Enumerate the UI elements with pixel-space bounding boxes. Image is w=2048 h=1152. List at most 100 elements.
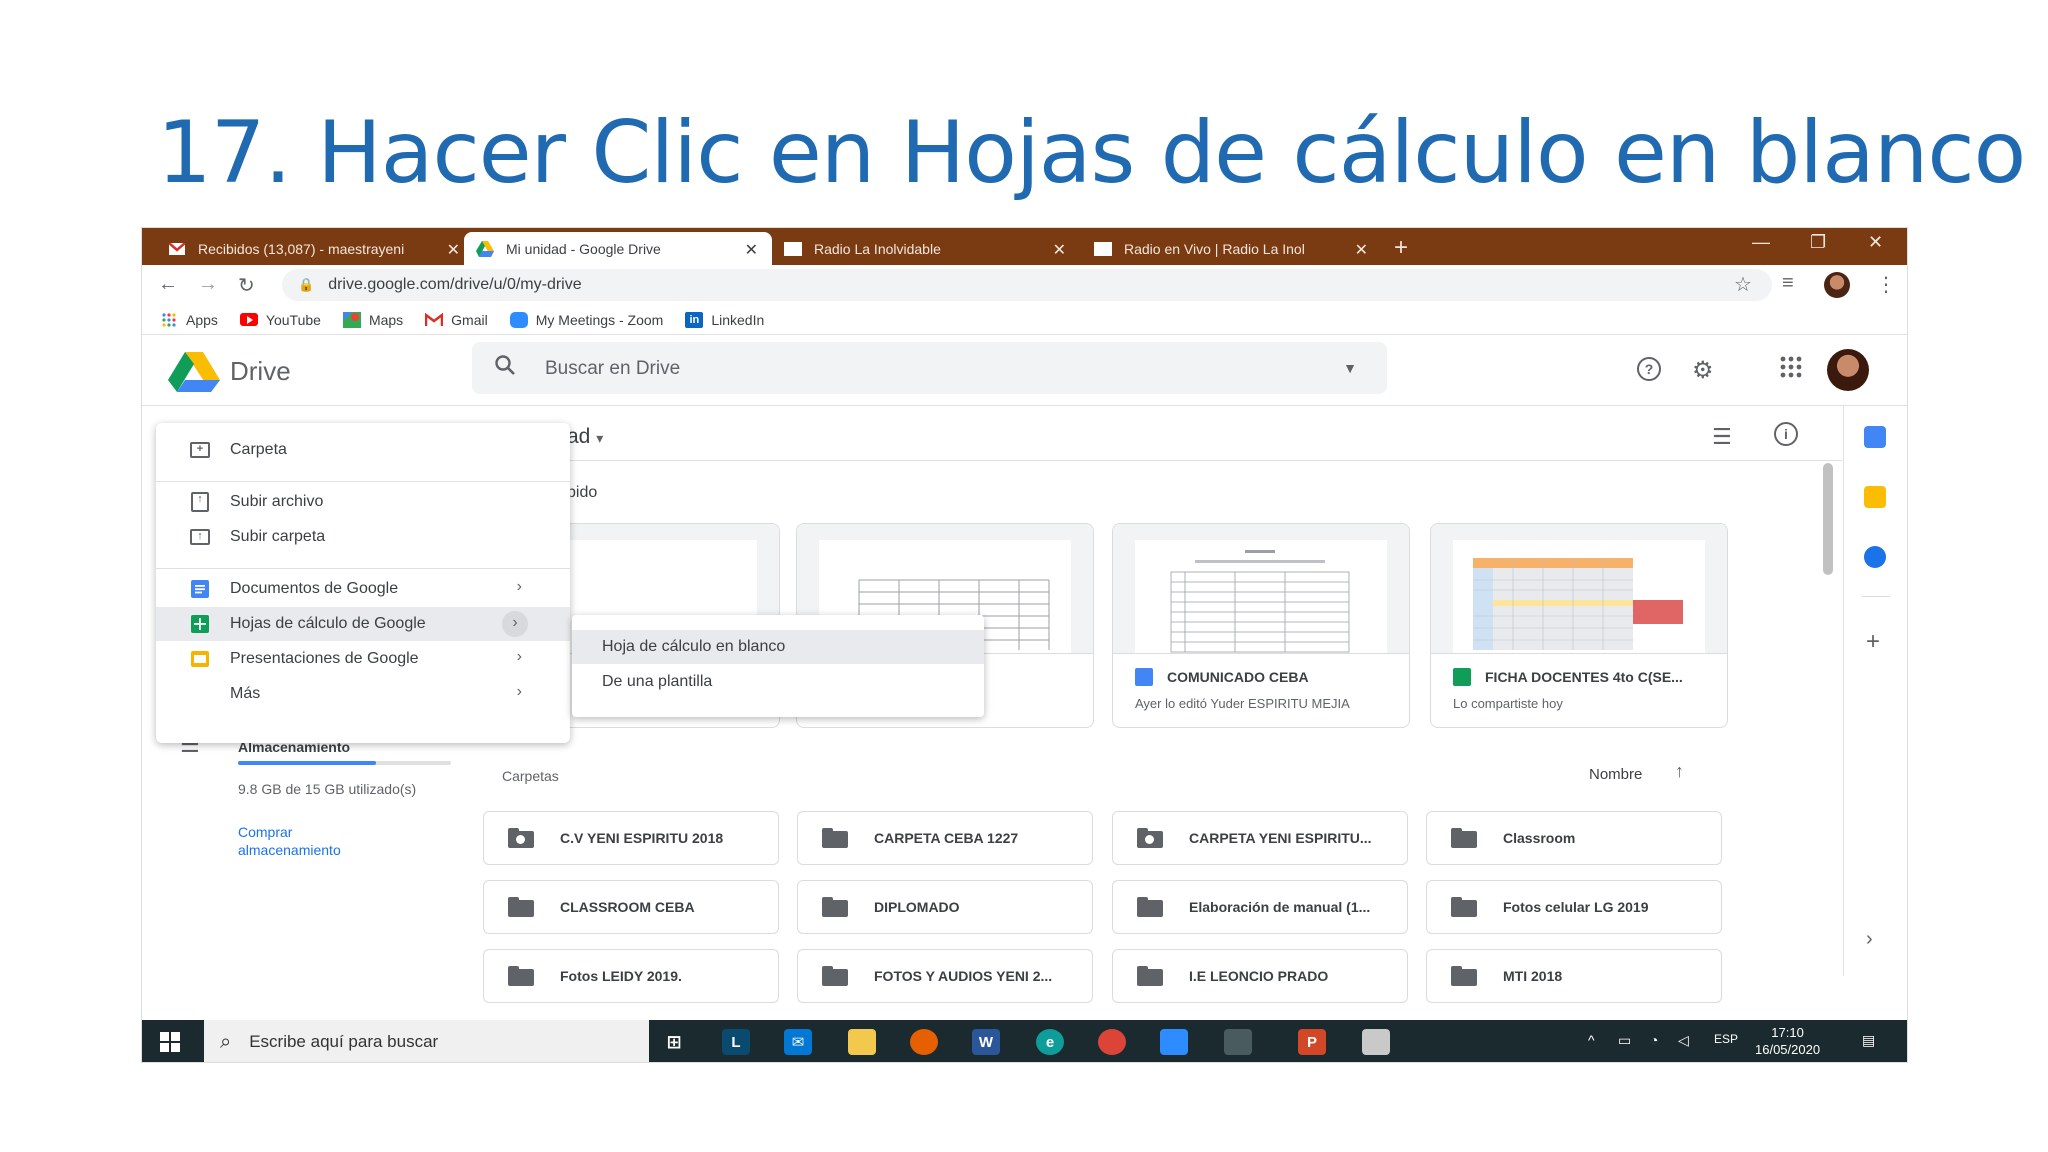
drive-header: Drive Buscar en Drive ▼ ? ⚙ (142, 336, 1907, 406)
shared-folder-icon (508, 828, 534, 848)
close-icon[interactable]: ✕ (1355, 240, 1368, 260)
new-folder-icon: + (190, 441, 210, 459)
quick-access-card[interactable]: FICHA DOCENTES 4to C(SE... Lo compartist… (1430, 523, 1728, 728)
file-explorer-icon[interactable] (848, 1029, 876, 1055)
profile-avatar[interactable] (1824, 272, 1850, 298)
sort-by-name-button[interactable]: Nombre (1589, 766, 1642, 783)
account-avatar[interactable] (1827, 349, 1869, 391)
media-queue-icon[interactable]: ≡ (1782, 272, 1794, 295)
edge-icon[interactable]: e (1036, 1029, 1064, 1055)
minimize-icon[interactable]: — (1752, 232, 1770, 253)
menu-dots-icon[interactable]: ⋮ (1876, 272, 1896, 297)
new-tab-button[interactable]: + (1394, 234, 1408, 262)
docs-icon (190, 580, 210, 598)
folder-item[interactable]: Elaboración de manual (1... (1112, 880, 1408, 934)
volume-icon[interactable]: ◁ (1678, 1032, 1689, 1049)
chrome-profile-icon[interactable] (1224, 1029, 1252, 1055)
keep-icon[interactable] (1864, 486, 1886, 508)
menu-item-upload-file[interactable]: ↑ Subir archivo (156, 485, 570, 519)
firefox-icon[interactable] (910, 1029, 938, 1055)
folder-item[interactable]: MTI 2018 (1426, 949, 1722, 1003)
svg-text:?: ? (1645, 361, 1654, 377)
menu-item-google-docs[interactable]: Documentos de Google › (156, 572, 570, 606)
tasks-icon[interactable] (1864, 546, 1886, 568)
folder-item[interactable]: Fotos celular LG 2019 (1426, 880, 1722, 934)
folder-item[interactable]: DIPLOMADO (797, 880, 1093, 934)
folder-item[interactable]: C.V YENI ESPIRITU 2018 (483, 811, 779, 865)
quick-access-card[interactable]: COMUNICADO CEBA Ayer lo editó Yuder ESPI… (1112, 523, 1410, 728)
mail-icon[interactable]: ✉ (784, 1029, 812, 1055)
word-icon[interactable]: W (972, 1029, 1000, 1055)
chevron-down-icon[interactable]: ▼ (1343, 360, 1357, 376)
menu-item-upload-folder[interactable]: ↑ Subir carpeta (156, 520, 570, 554)
list-view-icon[interactable]: ☰ (1712, 424, 1732, 450)
task-view-icon[interactable]: ⊞ (660, 1029, 688, 1055)
bookmark-zoom[interactable]: My Meetings - Zoom (509, 311, 663, 328)
bookmark-maps[interactable]: Maps (342, 311, 403, 328)
folder-item[interactable]: CARPETA YENI ESPIRITU... (1112, 811, 1408, 865)
folder-item[interactable]: CLASSROOM CEBA (483, 880, 779, 934)
youtube-icon (239, 312, 258, 328)
drive-search-input[interactable]: Buscar en Drive ▼ (472, 342, 1387, 394)
bookmark-youtube[interactable]: YouTube (239, 312, 321, 328)
close-icon[interactable]: ✕ (745, 240, 758, 260)
buy-storage-link[interactable]: Comprar almacenamiento (238, 823, 398, 859)
zoom-icon[interactable] (1160, 1029, 1188, 1055)
app-launcher-icon[interactable]: L (722, 1029, 750, 1055)
bookmark-apps[interactable]: Apps (160, 312, 218, 328)
tab-drive[interactable]: Mi unidad - Google Drive ✕ (464, 232, 772, 265)
help-icon[interactable]: ? (1636, 356, 1662, 389)
wifi-icon[interactable]: ◔ (1650, 1032, 1658, 1048)
close-icon[interactable]: ✕ (447, 240, 460, 260)
blank-spreadsheet-option[interactable]: Hoja de cálculo en blanco (572, 630, 984, 664)
scrollbar-thumb[interactable] (1823, 463, 1833, 575)
notifications-icon[interactable]: ▤ (1862, 1032, 1875, 1049)
folder-item[interactable]: CARPETA CEBA 1227 (797, 811, 1093, 865)
paint-icon[interactable] (1362, 1029, 1390, 1055)
tab-radio-live[interactable]: Radio en Vivo | Radio La Inol ✕ (1082, 232, 1382, 265)
chevron-up-icon[interactable]: ^ (1588, 1032, 1595, 1048)
reload-icon[interactable]: ↻ (238, 273, 255, 298)
apps-grid-icon[interactable] (1780, 356, 1802, 385)
folder-item[interactable]: Classroom (1426, 811, 1722, 865)
folder-item[interactable]: Fotos LEIDY 2019. (483, 949, 779, 1003)
url-field[interactable]: 🔒 drive.google.com/drive/u/0/my-drive (282, 269, 1772, 301)
star-icon[interactable]: ☆ (1734, 272, 1752, 297)
location-bar (482, 406, 1842, 461)
calendar-icon[interactable] (1864, 426, 1886, 448)
add-addon-icon[interactable]: + (1866, 628, 1880, 656)
menu-item-google-slides[interactable]: Presentaciones de Google › (156, 642, 570, 676)
windows-start-icon[interactable] (160, 1032, 180, 1052)
menu-item-folder[interactable]: + Carpeta (156, 433, 570, 467)
bookmark-linkedin[interactable]: in LinkedIn (685, 311, 764, 328)
gmail-icon (168, 240, 186, 258)
card-title: COMUNICADO CEBA (1135, 668, 1309, 686)
sheets-icon (190, 615, 210, 633)
menu-item-more[interactable]: Más › (156, 677, 570, 711)
close-window-icon[interactable]: ✕ (1868, 232, 1883, 253)
chrome-icon[interactable] (1098, 1029, 1126, 1055)
drive-logo-icon[interactable] (168, 352, 220, 392)
tab-radio[interactable]: Radio La Inolvidable ✕ (772, 232, 1080, 265)
restore-icon[interactable]: ❐ (1810, 232, 1826, 253)
tab-gmail[interactable]: Recibidos (13,087) - maestrayeni ✕ (156, 232, 474, 265)
slide-title: 17. Hacer Clic en Hojas de cálculo en bl… (157, 103, 2026, 203)
forward-arrow-icon[interactable]: → (198, 273, 218, 296)
close-icon[interactable]: ✕ (1053, 240, 1066, 260)
bookmark-gmail[interactable]: Gmail (425, 312, 488, 328)
language-indicator[interactable]: ESP (1714, 1032, 1738, 1046)
back-arrow-icon[interactable]: ← (158, 273, 178, 296)
folder-item[interactable]: FOTOS Y AUDIOS YENI 2... (797, 949, 1093, 1003)
folder-item[interactable]: I.E LEONCIO PRADO (1112, 949, 1408, 1003)
arrow-up-icon[interactable]: ↑ (1675, 761, 1684, 782)
chevron-right-icon[interactable]: › (1866, 928, 1873, 951)
my-drive-dropdown[interactable]: ad ▾ (567, 425, 603, 449)
gear-icon[interactable]: ⚙ (1692, 356, 1714, 385)
taskbar-search-input[interactable]: ⌕ Escribe aquí para buscar (204, 1020, 649, 1062)
taskbar-clock[interactable]: 17:10 16/05/2020 (1755, 1024, 1820, 1058)
powerpoint-icon[interactable]: P (1298, 1029, 1326, 1055)
info-icon[interactable]: i (1774, 422, 1798, 446)
menu-item-google-sheets[interactable]: Hojas de cálculo de Google › (156, 607, 570, 641)
battery-icon[interactable]: ▭ (1618, 1032, 1631, 1049)
from-template-option[interactable]: De una plantilla (572, 665, 984, 699)
